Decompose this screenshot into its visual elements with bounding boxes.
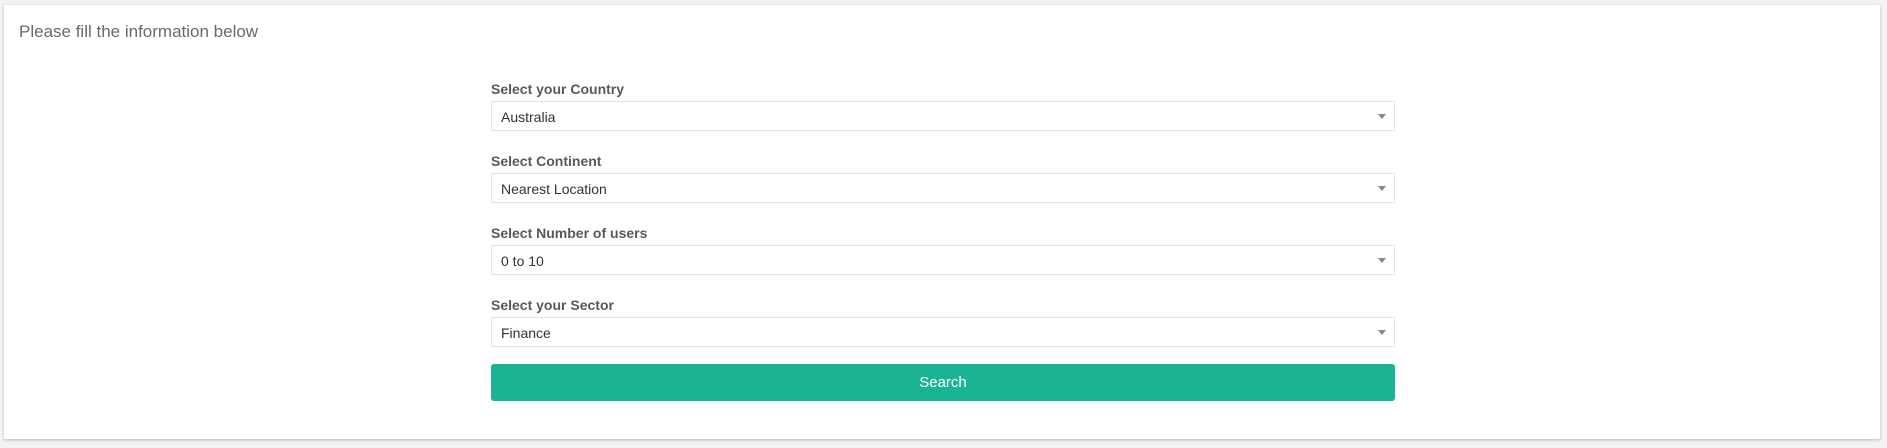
users-select-value: 0 to 10 [501, 253, 544, 269]
users-field: Select Number of users 0 to 10 [491, 222, 1395, 275]
country-select[interactable]: Australia [491, 101, 1395, 131]
country-label: Select your Country [491, 81, 625, 97]
info-panel: Please fill the information below Select… [4, 5, 1880, 439]
continent-select-value: Nearest Location [501, 181, 607, 197]
search-button[interactable]: Search [491, 364, 1395, 401]
chevron-down-icon [1378, 114, 1386, 119]
continent-field: Select Continent Nearest Location [491, 150, 1395, 203]
country-field: Select your Country Australia [491, 78, 1395, 131]
sector-field: Select your Sector Finance [491, 294, 1395, 347]
sector-select[interactable]: Finance [491, 317, 1395, 347]
chevron-down-icon [1378, 258, 1386, 263]
users-label: Select Number of users [491, 225, 648, 241]
chevron-down-icon [1378, 186, 1386, 191]
sector-label: Select your Sector [491, 297, 614, 313]
sector-select-value: Finance [501, 325, 551, 341]
search-form: Select your Country Australia Select Con… [491, 78, 1395, 401]
country-select-value: Australia [501, 109, 556, 125]
chevron-down-icon [1378, 330, 1386, 335]
users-select[interactable]: 0 to 10 [491, 245, 1395, 275]
continent-label: Select Continent [491, 153, 602, 169]
continent-select[interactable]: Nearest Location [491, 173, 1395, 203]
panel-title: Please fill the information below [19, 22, 259, 41]
